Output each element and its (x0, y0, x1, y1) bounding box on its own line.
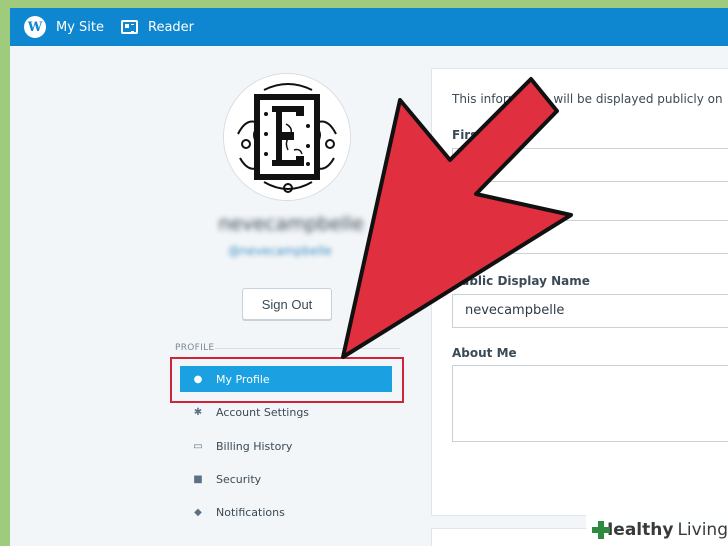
arrow-shape (341, 77, 573, 359)
healthy-living-watermark: Healthy Living (586, 514, 728, 546)
watermark-light: Living (677, 520, 728, 540)
medical-cross-icon (592, 521, 611, 539)
red-arrow-annotation (341, 77, 573, 359)
watermark-bold: Healthy (599, 520, 674, 540)
